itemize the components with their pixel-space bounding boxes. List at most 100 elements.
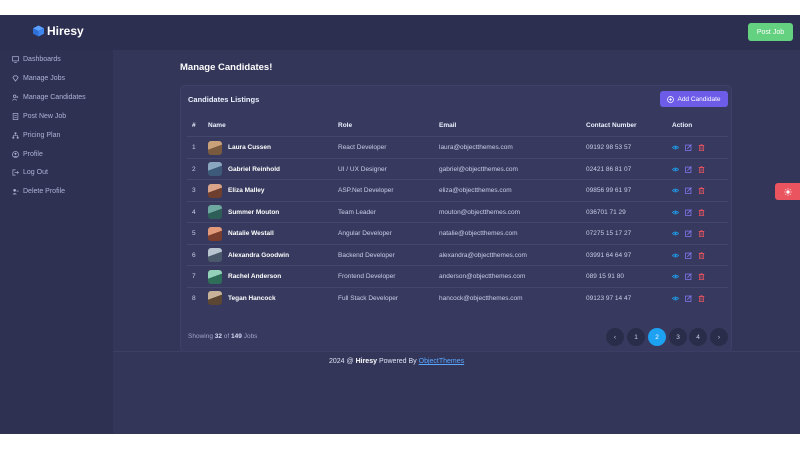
delete-trash-icon[interactable] (698, 187, 705, 194)
delete-trash-icon[interactable] (698, 165, 705, 173)
sidebar-item-label: Profile (23, 151, 43, 158)
footer-link[interactable]: ObjectThemes (419, 358, 465, 365)
sidebar-item-label: Dashboards (23, 56, 61, 63)
edit-pencil-icon[interactable] (685, 165, 692, 173)
candidate-phone: 036701 71 29 (586, 208, 626, 216)
view-eye-icon[interactable] (672, 166, 679, 173)
edit-pencil-icon[interactable] (685, 144, 692, 151)
view-eye-icon[interactable] (672, 230, 679, 237)
sidebar-item-delete-profile[interactable]: Delete Profile (12, 188, 65, 195)
sidebar-item-pricing-plan[interactable]: Pricing Plan (12, 132, 60, 139)
pagination-page-2[interactable]: 2 (648, 328, 666, 346)
candidate-name-cell[interactable]: Alexandra Goodwin (208, 245, 289, 266)
avatar (208, 291, 222, 305)
post-job-button[interactable]: Post Job (748, 23, 793, 41)
candidate-name-cell[interactable]: Tegan Hancock (208, 288, 276, 309)
table-row: 7 Rachel Anderson Frontend Developer anders… (187, 265, 728, 287)
candidate-phone: 09123 97 14 47 (586, 294, 632, 302)
footer: 2024 @ Hiresy Powered By ObjectThemes (329, 358, 465, 365)
row-actions (672, 159, 705, 180)
candidate-name-cell[interactable]: Rachel Anderson (208, 266, 281, 287)
table-row: 4 Summer Mouton Team Leader mouton@objectth… (187, 200, 728, 223)
candidate-name-cell[interactable]: Summer Mouton (208, 202, 279, 223)
candidate-email: eliza@objectthemes.com (439, 187, 512, 194)
edit-pencil-icon[interactable] (685, 251, 692, 259)
sidebar-item-label: Post New Job (23, 113, 67, 120)
candidate-phone: 09856 99 61 97 (586, 187, 632, 194)
sidebar-item-manage-jobs[interactable]: Manage Jobs (12, 75, 65, 82)
view-eye-icon[interactable] (672, 144, 679, 151)
view-eye-icon[interactable] (672, 273, 679, 280)
avatar (208, 226, 222, 241)
candidate-email: anderson@objectthemes.com (439, 273, 526, 280)
avatar (208, 205, 222, 219)
delete-trash-icon[interactable] (698, 294, 705, 302)
sidebar-item-label: Manage Candidates (23, 94, 86, 101)
edit-pencil-icon[interactable] (685, 208, 692, 216)
candidate-name: Laura Cussen (228, 144, 271, 151)
candidate-role: React Developer (338, 144, 387, 151)
row-actions (672, 202, 705, 223)
avatar (208, 183, 222, 198)
pagination-page-3[interactable]: 3 (669, 328, 687, 346)
delete-trash-icon[interactable] (698, 144, 705, 151)
users-icon (12, 94, 19, 101)
candidate-phone: 02421 86 81 07 (586, 165, 632, 173)
footer-divider (113, 351, 800, 352)
row-actions (672, 245, 705, 266)
view-eye-icon[interactable] (672, 252, 679, 259)
avatar (208, 269, 222, 284)
candidate-name-cell[interactable]: Laura Cussen (208, 137, 271, 158)
candidate-role: Backend Developer (338, 251, 395, 259)
pagination-page-1[interactable]: 1 (627, 328, 645, 346)
candidate-name-cell[interactable]: Eliza Malley (208, 180, 265, 201)
candidate-email: gabriel@objectthemes.com (439, 165, 518, 173)
row-number: 7 (192, 273, 196, 280)
view-eye-icon[interactable] (672, 295, 679, 302)
column-header-contact: Contact Number (586, 122, 637, 129)
sidebar-item-post-new-job[interactable]: Post New Job (12, 113, 66, 120)
candidate-phone: 09192 98 53 57 (586, 144, 632, 151)
avatar (208, 248, 222, 262)
user-circle-icon (12, 151, 19, 158)
candidate-name: Summer Mouton (228, 208, 280, 216)
sidebar-item-profile[interactable]: Profile (12, 151, 43, 158)
candidate-email: alexandra@objectthemes.com (439, 251, 527, 259)
view-eye-icon[interactable] (672, 209, 679, 216)
candidate-name: Eliza Malley (228, 187, 265, 194)
edit-pencil-icon[interactable] (685, 294, 692, 302)
candidate-phone: 03991 64 64 97 (586, 251, 632, 259)
delete-trash-icon[interactable] (698, 251, 705, 259)
showing-summary: Showing 32 of 149 Jobs (188, 333, 258, 340)
brand-logo[interactable]: Hiresy (33, 24, 84, 38)
sidebar-item-manage-candidates[interactable]: Manage Candidates (12, 94, 86, 101)
row-number: 2 (192, 165, 196, 173)
candidate-name-cell[interactable]: Natalie Westall (208, 223, 274, 244)
row-number: 4 (192, 208, 196, 216)
candidate-name-cell[interactable]: Gabriel Reinhold (208, 159, 280, 180)
edit-pencil-icon[interactable] (685, 187, 692, 194)
table-row: 1 Laura Cussen React Developer laura@object… (187, 136, 728, 158)
theme-toggle-button[interactable] (775, 183, 800, 200)
candidate-phone: 089 15 91 80 (586, 273, 624, 280)
edit-pencil-icon[interactable] (685, 230, 692, 237)
pagination-next-button[interactable]: › (710, 328, 728, 346)
sidebar-item-label: Pricing Plan (23, 132, 61, 139)
sidebar-item-dashboards[interactable]: Dashboards (12, 56, 61, 63)
row-actions (672, 266, 705, 287)
candidate-name: Tegan Hancock (228, 294, 276, 302)
row-actions (672, 137, 705, 158)
delete-trash-icon[interactable] (698, 208, 705, 216)
view-eye-icon[interactable] (672, 187, 679, 194)
page-title: Manage Candidates! (180, 62, 273, 73)
edit-pencil-icon[interactable] (685, 273, 692, 280)
delete-trash-icon[interactable] (698, 230, 705, 237)
candidate-role: Team Leader (338, 208, 376, 216)
pagination-page-4[interactable]: 4 (689, 328, 707, 346)
cube-logo-icon (33, 25, 44, 37)
sidebar-item-log-out[interactable]: Log Out (12, 169, 48, 176)
add-candidate-button[interactable]: Add Candidate (660, 91, 728, 107)
sidebar-item-label: Manage Jobs (23, 75, 66, 82)
pagination-prev-button[interactable]: ‹ (606, 328, 624, 346)
delete-trash-icon[interactable] (698, 273, 705, 280)
